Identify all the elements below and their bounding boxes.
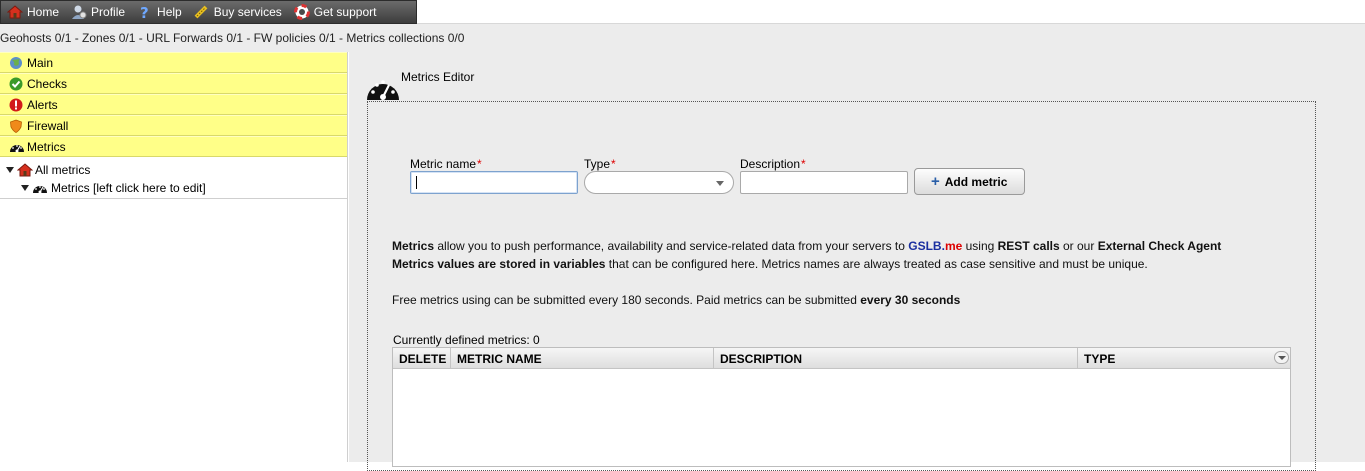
sidebar-item-label: Metrics xyxy=(27,139,66,154)
buy-icon xyxy=(194,4,210,20)
nav-buy-services[interactable]: Buy services xyxy=(194,4,282,20)
sidebar-item-checks[interactable]: Checks xyxy=(0,73,347,94)
svg-text:?: ? xyxy=(140,4,149,20)
metrics-table: DELETE METRIC NAME DESCRIPTION TYPE xyxy=(392,347,1291,467)
nav-profile-label: Profile xyxy=(91,5,126,19)
metric-name-label: Metric name* xyxy=(410,157,482,171)
column-header-description[interactable]: DESCRIPTION xyxy=(714,348,1078,368)
plus-icon: + xyxy=(931,173,940,190)
sidebar: Main Checks Alerts Firewall Metrics All … xyxy=(0,52,348,462)
globe-icon xyxy=(9,56,23,70)
column-header-type[interactable]: TYPE xyxy=(1078,348,1290,368)
gslb-brand: GSLB.me xyxy=(908,239,963,253)
gauge-icon xyxy=(9,140,24,154)
add-metric-button[interactable]: + Add metric xyxy=(914,168,1025,195)
column-header-delete[interactable]: DELETE xyxy=(393,348,451,368)
main-panel: Metrics Editor Metric name* Type* Descri… xyxy=(349,52,1365,471)
sidebar-item-label: Firewall xyxy=(27,118,69,133)
sidebar-item-firewall[interactable]: Firewall xyxy=(0,115,347,136)
expand-triangle-icon[interactable] xyxy=(21,185,29,191)
metrics-tree: All metrics Metrics [left click here to … xyxy=(0,157,347,199)
tree-node-label: All metrics xyxy=(35,163,91,177)
nav-home-label: Home xyxy=(27,5,60,19)
support-icon xyxy=(293,4,310,20)
text-caret xyxy=(416,176,417,189)
expand-triangle-icon[interactable] xyxy=(6,167,14,173)
column-menu-icon[interactable] xyxy=(1274,351,1289,364)
nav-help-label: Help xyxy=(157,5,182,19)
nav-profile[interactable]: Profile xyxy=(71,4,125,20)
help-icon: ? xyxy=(137,4,153,22)
sidebar-item-label: Main xyxy=(27,55,54,70)
nav-get-support[interactable]: Get support xyxy=(293,4,377,20)
metrics-count: Currently defined metrics: 0 xyxy=(393,333,540,347)
type-select[interactable] xyxy=(584,171,734,194)
sidebar-item-label: Alerts xyxy=(27,97,58,112)
home-icon xyxy=(6,4,24,20)
sidebar-item-metrics[interactable]: Metrics xyxy=(0,136,347,157)
nav-support-label: Get support xyxy=(313,5,377,19)
top-bar-filler xyxy=(417,0,1365,24)
nav-help[interactable]: ? Help xyxy=(137,4,182,22)
sidebar-item-label: Checks xyxy=(27,76,68,91)
home-icon xyxy=(16,162,34,178)
info-line-1: Metrics allow you to push performance, a… xyxy=(392,239,1222,253)
profile-icon xyxy=(71,4,87,20)
column-header-metric-name[interactable]: METRIC NAME xyxy=(451,348,714,368)
shield-icon xyxy=(9,119,23,133)
tree-node-metrics[interactable]: Metrics [left click here to edit] xyxy=(0,179,347,197)
sidebar-item-alerts[interactable]: Alerts xyxy=(0,94,347,115)
description-label: Description* xyxy=(740,157,806,171)
table-header: DELETE METRIC NAME DESCRIPTION TYPE xyxy=(393,348,1290,369)
sidebar-item-main[interactable]: Main xyxy=(0,52,347,73)
nav-home[interactable]: Home xyxy=(6,4,60,20)
description-input[interactable] xyxy=(740,171,908,194)
type-label: Type* xyxy=(584,157,616,171)
info-line-2: Metrics values are stored in variables t… xyxy=(392,257,1148,271)
tree-node-label: Metrics [left click here to edit] xyxy=(51,181,206,195)
gauge-icon xyxy=(366,72,400,102)
tree-node-all-metrics[interactable]: All metrics xyxy=(0,161,347,179)
quota-status-line: Geohosts 0/1 - Zones 0/1 - URL Forwards … xyxy=(0,24,1365,52)
check-icon xyxy=(9,77,23,91)
metric-name-input[interactable] xyxy=(410,171,578,194)
nav-buy-label: Buy services xyxy=(213,5,282,19)
gauge-icon xyxy=(32,181,49,195)
alert-icon xyxy=(9,98,23,112)
chevron-down-icon xyxy=(716,181,724,186)
page-title: Metrics Editor xyxy=(401,70,475,84)
info-line-3: Free metrics using can be submitted ever… xyxy=(392,293,961,307)
top-nav: Home Profile ? Help Buy services Get sup… xyxy=(0,0,417,24)
